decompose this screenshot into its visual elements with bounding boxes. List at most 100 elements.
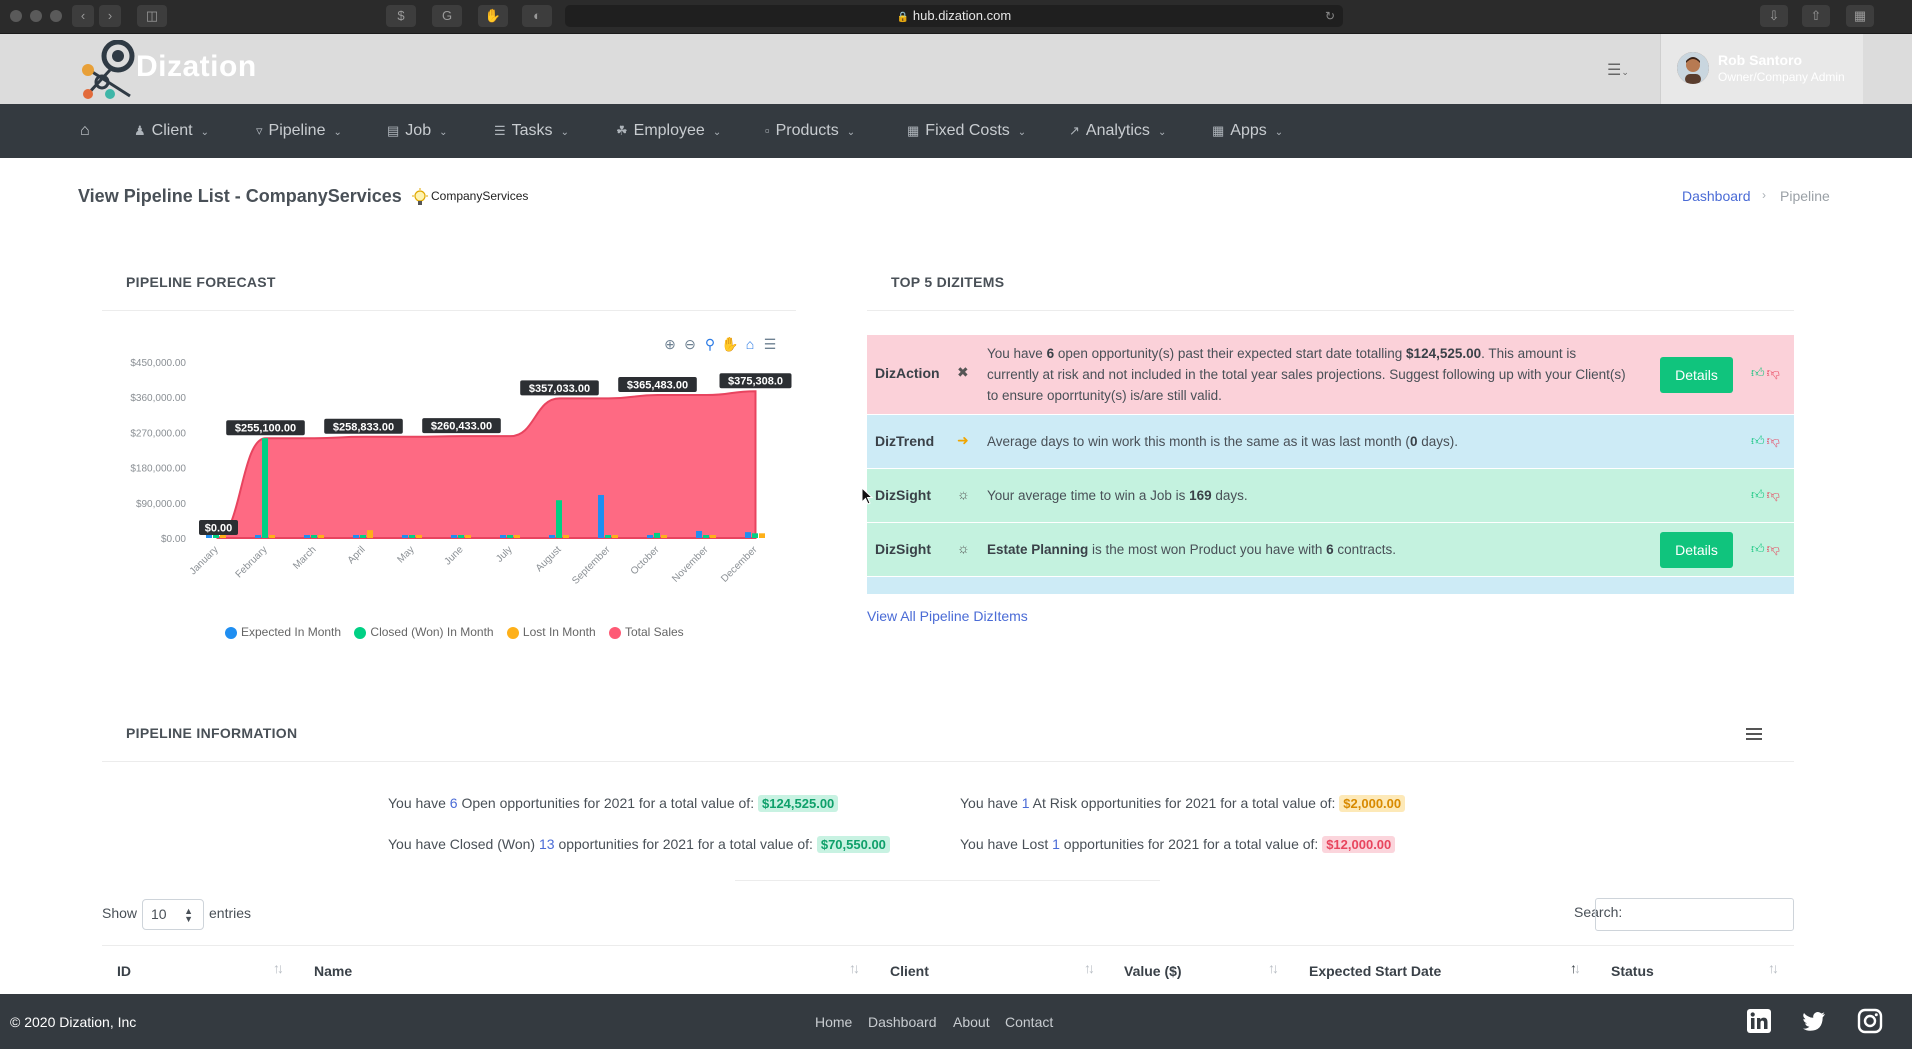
nav-item-client[interactable]: ♟ Client ⌄ <box>134 122 209 140</box>
sort-icon[interactable]: ↑↓ <box>1084 960 1095 976</box>
brand-name[interactable]: Dization <box>136 50 257 84</box>
lost-summary: You have Lost 1 opportunities for 2021 f… <box>960 836 1396 853</box>
download-icon[interactable]: ⇩ <box>1760 5 1788 27</box>
nav-item-job[interactable]: ▤ Job ⌄ <box>387 122 447 140</box>
sort-icon[interactable]: ↑↓ <box>1268 960 1279 976</box>
sidebar-toggle-icon[interactable]: ◫ <box>137 5 167 27</box>
legend-total[interactable]: Total Sales <box>608 625 684 639</box>
data-label-text: $255,100.00 <box>235 423 296 435</box>
breadcrumb-dashboard[interactable]: Dashboard <box>1682 188 1751 204</box>
window-close-button[interactable] <box>10 10 22 22</box>
lost-count-link[interactable]: 1 <box>1052 836 1060 852</box>
thumbs-down-icon[interactable]: 👎︎ <box>1767 433 1780 448</box>
x-tick-label: November <box>670 544 711 585</box>
feedback-buttons: 👍︎ 👎︎ <box>1751 433 1780 449</box>
forecast-card-title: PIPELINE FORECAST <box>126 274 276 290</box>
open-count-link[interactable]: 6 <box>450 795 458 811</box>
avatar-image <box>1677 52 1709 84</box>
thumbs-down-icon[interactable]: 👎︎ <box>1767 487 1780 502</box>
home-icon[interactable]: ⌂ <box>80 122 90 140</box>
list-view-toggle-icon[interactable]: ☰⌄ <box>1607 60 1629 80</box>
share-icon[interactable]: ⇧ <box>1802 5 1830 27</box>
bar-lost-in-month <box>269 535 275 538</box>
extension-icon[interactable]: ✋ <box>478 5 508 27</box>
dizitem-message: Average days to win work this month is t… <box>987 434 1458 449</box>
footer-link-about[interactable]: About <box>953 1014 990 1030</box>
chevron-down-icon: ⌄ <box>1274 127 1284 138</box>
legend-lost[interactable]: Lost In Month <box>506 625 596 639</box>
x-tick-label: January <box>188 544 221 577</box>
legend-label: Lost In Month <box>522 625 596 639</box>
risk-count-link[interactable]: 1 <box>1022 795 1030 811</box>
nav-item-pipeline[interactable]: ▿ Pipeline ⌄ <box>256 122 342 140</box>
user-menu[interactable]: Rob Santoro Owner/Company Admin <box>1660 34 1863 104</box>
window-zoom-button[interactable] <box>50 10 62 22</box>
twitter-icon[interactable] <box>1801 1008 1827 1034</box>
sort-icon[interactable]: ↑↓ <box>849 960 860 976</box>
nav-label: Products <box>775 122 839 139</box>
won-count-link[interactable]: 13 <box>539 836 555 852</box>
data-label: $0.00 <box>199 520 238 535</box>
y-tick-label: $0.00 <box>161 534 186 545</box>
view-all-dizitems-link[interactable]: View All Pipeline DizItems <box>867 608 1028 624</box>
shield-extension-icon[interactable]: ◐ <box>522 5 552 27</box>
thumbs-up-icon[interactable]: 👍︎ <box>1751 487 1765 502</box>
sitemap-icon: ☘ <box>616 123 628 138</box>
details-button[interactable]: Details <box>1660 357 1733 393</box>
column-header-client[interactable]: Client <box>890 963 929 979</box>
reload-icon[interactable]: ↻ <box>1325 5 1335 27</box>
thumbs-up-icon[interactable]: 👍︎ <box>1751 365 1765 380</box>
x-tick-label: December <box>719 544 760 585</box>
forward-icon[interactable]: › <box>99 5 121 27</box>
hamburger-menu-icon[interactable] <box>1746 728 1762 740</box>
column-header-expected-start-date[interactable]: Expected Start Date <box>1309 963 1441 979</box>
address-bar[interactable]: 🔒 hub.dization.com ↻ <box>565 5 1343 27</box>
linkedin-icon[interactable] <box>1746 1008 1772 1034</box>
back-icon[interactable]: ‹ <box>72 5 94 27</box>
page-size-select[interactable]: 10 ▲ ▼ <box>142 899 204 930</box>
column-header-id[interactable]: ID <box>117 963 131 979</box>
nav-label: Employee <box>633 122 705 139</box>
thumbs-up-icon[interactable]: 👍︎ <box>1751 541 1765 556</box>
nav-item-fixed-costs[interactable]: ▦ Fixed Costs ⌄ <box>907 122 1026 140</box>
column-header-status[interactable]: Status <box>1611 963 1654 979</box>
bar-closed-won-in-month <box>311 535 317 538</box>
thumbs-down-icon[interactable]: 👎︎ <box>1767 365 1780 380</box>
dizitem-type: DizSight <box>875 541 931 557</box>
legend-expected[interactable]: Expected In Month <box>225 625 341 639</box>
sort-icon[interactable]: ↑↓ <box>1768 960 1779 976</box>
y-tick-label: $270,000.00 <box>130 428 186 439</box>
instagram-icon[interactable] <box>1857 1008 1883 1034</box>
footer-link-home[interactable]: Home <box>815 1014 852 1030</box>
box-icon: ▫ <box>765 123 770 138</box>
sort-ascending-icon[interactable]: ↑↓ <box>1570 960 1581 976</box>
nav-item-apps[interactable]: ▦ Apps ⌄ <box>1212 122 1283 140</box>
nav-label: Job <box>405 122 432 139</box>
x-tick-label: October <box>629 544 662 577</box>
nav-label: Fixed Costs <box>925 122 1010 139</box>
column-header-name[interactable]: Name <box>314 963 352 979</box>
sort-icon[interactable]: ↑↓ <box>273 960 284 976</box>
bar-closed-won-in-month <box>703 535 709 538</box>
dizitem-message: Estate Planning is the most won Product … <box>987 542 1396 557</box>
nav-item-employee[interactable]: ☘ Employee ⌄ <box>616 122 721 140</box>
details-button[interactable]: Details <box>1660 532 1733 568</box>
footer-link-dashboard[interactable]: Dashboard <box>868 1014 937 1030</box>
nav-item-products[interactable]: ▫ Products ⌄ <box>765 122 855 140</box>
tabs-overview-icon[interactable]: ▦ <box>1846 5 1874 27</box>
legend-closed[interactable]: Closed (Won) In Month <box>354 625 494 639</box>
column-header-value[interactable]: Value ($) <box>1124 963 1182 979</box>
dization-logo-icon[interactable] <box>80 40 138 100</box>
select-arrows-icon: ▲ ▼ <box>184 906 193 924</box>
grammar-extension-icon[interactable]: G <box>432 5 462 27</box>
bar-closed-won-in-month <box>654 532 660 538</box>
data-label-text: $365,483.00 <box>627 380 688 392</box>
thumbs-up-icon[interactable]: 👍︎ <box>1751 433 1765 448</box>
thumbs-down-icon[interactable]: 👎︎ <box>1767 541 1780 556</box>
footer-link-contact[interactable]: Contact <box>1005 1014 1053 1030</box>
extension-icon[interactable]: $ <box>386 5 416 27</box>
nav-item-analytics[interactable]: ↗ Analytics ⌄ <box>1069 122 1166 140</box>
window-minimize-button[interactable] <box>30 10 42 22</box>
search-input[interactable] <box>1595 898 1794 931</box>
nav-item-tasks[interactable]: ☰ Tasks ⌄ <box>494 122 569 140</box>
